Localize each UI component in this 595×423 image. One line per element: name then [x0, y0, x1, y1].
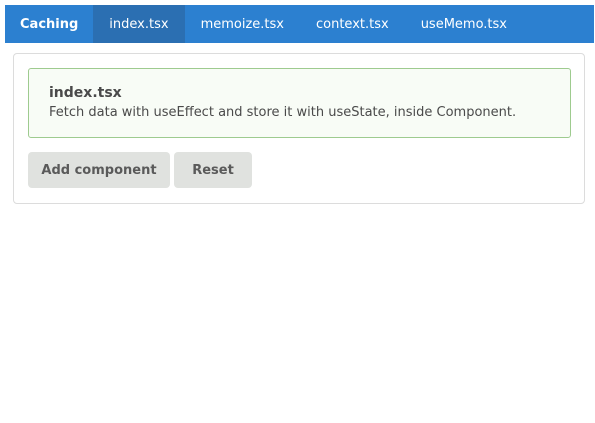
alert-description: Fetch data with useEffect and store it w… [49, 105, 517, 120]
content-card: index.tsx Fetch data with useEffect and … [13, 53, 585, 204]
tab-memoize[interactable]: memoize.tsx [185, 5, 300, 43]
tab-context[interactable]: context.tsx [300, 5, 405, 43]
brand-title[interactable]: Caching [5, 5, 93, 43]
add-component-button[interactable]: Add component [28, 152, 170, 188]
info-alert: index.tsx Fetch data with useEffect and … [28, 68, 571, 138]
alert-title: index.tsx [49, 85, 122, 101]
reset-button[interactable]: Reset [174, 152, 252, 188]
top-navbar: Caching index.tsx memoize.tsx context.ts… [5, 5, 594, 43]
tab-index[interactable]: index.tsx [93, 5, 185, 43]
tab-usememo[interactable]: useMemo.tsx [405, 5, 523, 43]
